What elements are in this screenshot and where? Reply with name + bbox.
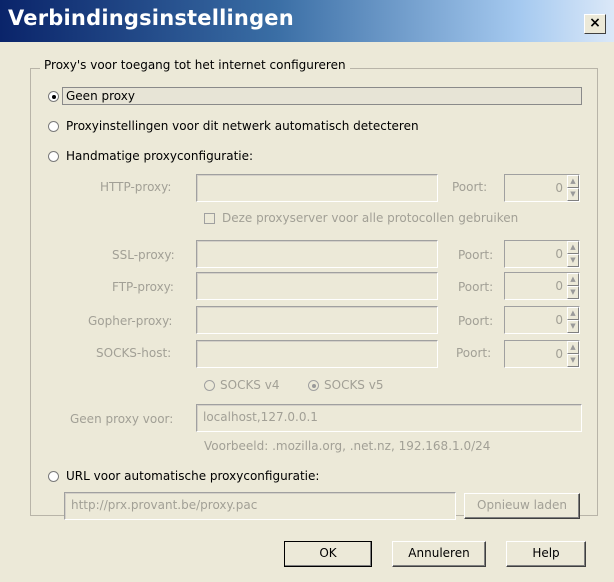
no-proxy-example: Voorbeeld: .mozilla.org, .net.nz, 192.16… bbox=[204, 439, 491, 453]
gopher-port-stepper[interactable]: 0 ▲ ▼ bbox=[504, 306, 580, 334]
same-proxy-checkbox[interactable] bbox=[204, 213, 215, 224]
socks-host-input[interactable] bbox=[196, 340, 438, 368]
socks-port-label: Poort: bbox=[456, 346, 492, 360]
spin-down-icon[interactable]: ▼ bbox=[567, 188, 579, 201]
manual-proxy-label[interactable]: Handmatige proxyconfiguratie: bbox=[66, 149, 253, 163]
spin-up-icon[interactable]: ▲ bbox=[567, 341, 579, 354]
socks-host-label: SOCKS-host: bbox=[96, 346, 172, 360]
title-bar[interactable]: Verbindingsinstellingen × bbox=[0, 0, 614, 42]
ftp-port-stepper[interactable]: 0 ▲ ▼ bbox=[504, 272, 580, 300]
auto-detect-radio[interactable] bbox=[48, 121, 59, 132]
http-port-label: Poort: bbox=[452, 180, 488, 194]
gopher-proxy-label: Gopher-proxy: bbox=[88, 314, 173, 328]
spin-up-icon[interactable]: ▲ bbox=[567, 273, 579, 286]
auto-url-label[interactable]: URL voor automatische proxyconfiguratie: bbox=[66, 469, 319, 483]
spin-up-icon[interactable]: ▲ bbox=[567, 241, 579, 254]
spin-down-icon[interactable]: ▼ bbox=[567, 286, 579, 299]
spin-up-icon[interactable]: ▲ bbox=[567, 307, 579, 320]
no-proxy-for-label: Geen proxy voor: bbox=[70, 412, 174, 426]
auto-detect-label[interactable]: Proxyinstellingen voor dit netwerk autom… bbox=[66, 119, 419, 133]
auto-url-radio[interactable] bbox=[48, 471, 59, 482]
ftp-proxy-label: FTP-proxy: bbox=[112, 280, 174, 294]
no-proxy-label[interactable]: Geen proxy bbox=[66, 89, 135, 103]
spin-down-icon[interactable]: ▼ bbox=[567, 320, 579, 333]
spin-down-icon[interactable]: ▼ bbox=[567, 354, 579, 367]
http-proxy-input[interactable] bbox=[196, 174, 438, 202]
spin-down-icon[interactable]: ▼ bbox=[567, 254, 579, 267]
gopher-proxy-input[interactable] bbox=[196, 306, 438, 334]
pac-url-input[interactable]: http://prx.provant.be/proxy.pac bbox=[64, 492, 456, 520]
socks-v4-label: SOCKS v4 bbox=[220, 378, 280, 392]
ssl-port-stepper[interactable]: 0 ▲ ▼ bbox=[504, 240, 580, 268]
connection-settings-dialog: Verbindingsinstellingen × Proxy's voor t… bbox=[0, 0, 614, 582]
no-proxy-for-input[interactable]: localhost,127.0.0.1 bbox=[196, 404, 582, 432]
http-proxy-label: HTTP-proxy: bbox=[100, 180, 172, 194]
ssl-proxy-input[interactable] bbox=[196, 240, 438, 268]
no-proxy-radio[interactable] bbox=[48, 91, 59, 102]
ok-button[interactable]: OK bbox=[284, 541, 372, 567]
gopher-port-label: Poort: bbox=[458, 314, 494, 328]
reload-button[interactable]: Opnieuw laden bbox=[464, 493, 580, 519]
socks-v5-radio[interactable] bbox=[308, 380, 319, 391]
manual-proxy-radio[interactable] bbox=[48, 151, 59, 162]
socks-v4-radio[interactable] bbox=[204, 380, 215, 391]
ssl-proxy-label: SSL-proxy: bbox=[112, 248, 175, 262]
cancel-button[interactable]: Annuleren bbox=[392, 541, 486, 567]
socks-port-stepper[interactable]: 0 ▲ ▼ bbox=[504, 340, 580, 368]
ftp-port-label: Poort: bbox=[458, 280, 494, 294]
spin-up-icon[interactable]: ▲ bbox=[567, 175, 579, 188]
close-icon: × bbox=[589, 15, 601, 31]
http-port-stepper[interactable]: 0 ▲ ▼ bbox=[504, 174, 580, 202]
window-title: Verbindingsinstellingen bbox=[8, 6, 294, 30]
ftp-proxy-input[interactable] bbox=[196, 272, 438, 300]
same-proxy-label: Deze proxyserver voor alle protocollen g… bbox=[222, 211, 519, 225]
group-legend: Proxy's voor toegang tot het internet co… bbox=[40, 58, 350, 72]
ssl-port-label: Poort: bbox=[458, 248, 494, 262]
help-button[interactable]: Help bbox=[506, 541, 586, 567]
close-button[interactable]: × bbox=[584, 14, 606, 34]
no-proxy-focus-box bbox=[62, 87, 582, 105]
socks-v5-label: SOCKS v5 bbox=[324, 378, 384, 392]
